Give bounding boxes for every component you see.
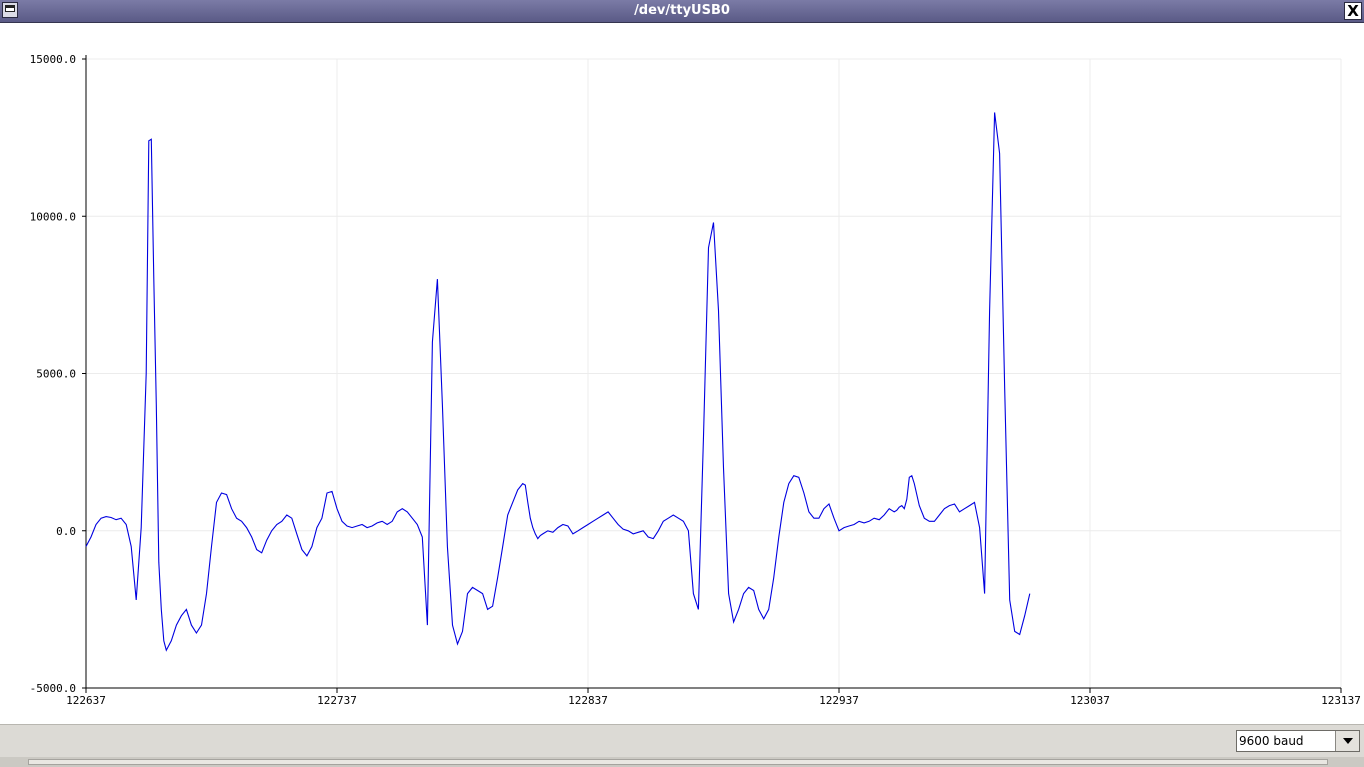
plot-grid xyxy=(85,58,1342,689)
y-tick-label: 15000.0 xyxy=(30,53,76,66)
close-button[interactable]: X xyxy=(1344,2,1362,20)
baud-rate-select[interactable]: 9600 baud xyxy=(1236,730,1360,752)
y-tick-label: 10000.0 xyxy=(30,210,76,223)
window-title: /dev/ttyUSB0 xyxy=(634,3,730,18)
baud-rate-value: 9600 baud xyxy=(1239,734,1304,748)
x-tick-label: 122837 xyxy=(568,694,608,707)
x-tick-label: 122637 xyxy=(66,694,106,707)
y-tick-label: 0.0 xyxy=(56,525,76,538)
title-bar[interactable]: /dev/ttyUSB0 X xyxy=(0,0,1364,23)
chevron-down-icon xyxy=(1343,738,1353,744)
x-tick-label: 123137 xyxy=(1321,694,1361,707)
scrollbar-thumb[interactable] xyxy=(28,759,1328,765)
dropdown-button[interactable] xyxy=(1335,731,1359,751)
x-tick-label: 123037 xyxy=(1070,694,1110,707)
plot-ticks: -5000.00.05000.010000.015000.0122637 1227… xyxy=(30,53,1361,707)
y-tick-label: 5000.0 xyxy=(36,368,76,381)
plot-axes xyxy=(85,55,1341,689)
x-tick-label: 122937 xyxy=(819,694,859,707)
x-tick-label: 122737 xyxy=(317,694,357,707)
signal-line xyxy=(85,112,1031,652)
serial-plot: -5000.00.05000.010000.015000.0122637 1227… xyxy=(30,53,1361,707)
bottom-toolbar: 9600 baud xyxy=(0,724,1364,767)
